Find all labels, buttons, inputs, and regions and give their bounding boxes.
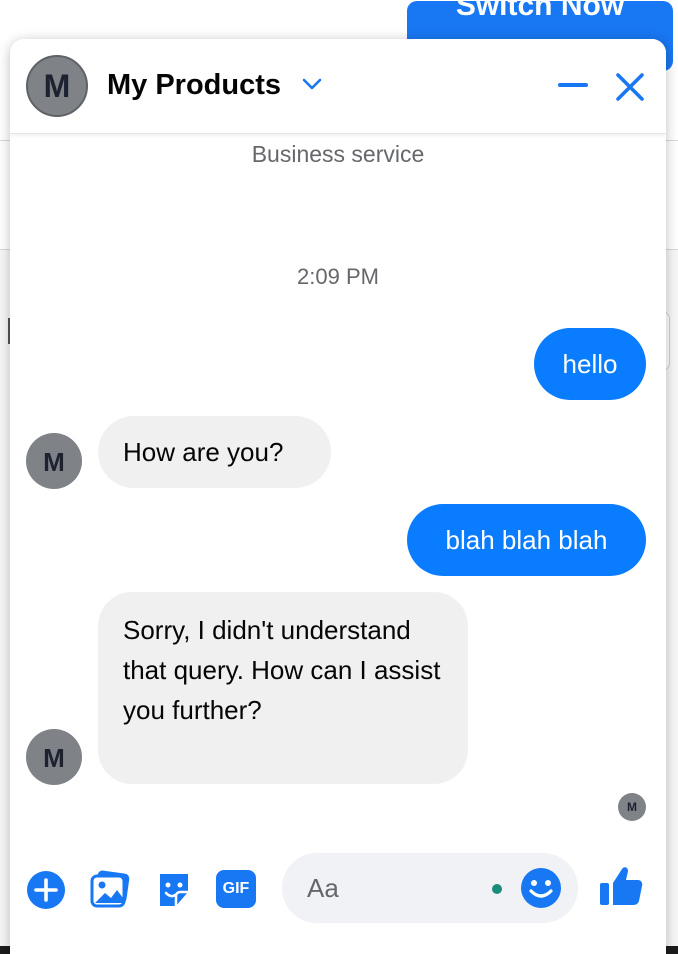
sender-avatar: M bbox=[26, 433, 82, 489]
outgoing-message[interactable]: blah blah blah bbox=[407, 504, 646, 576]
status-dot bbox=[492, 884, 502, 894]
sticker-icon[interactable] bbox=[154, 868, 194, 910]
message-input[interactable]: Aa bbox=[282, 853, 578, 923]
chat-subtitle: Business service bbox=[251, 141, 425, 167]
close-icon[interactable] bbox=[614, 71, 646, 103]
outgoing-message[interactable]: hello bbox=[534, 328, 646, 400]
page-avatar[interactable]: M bbox=[26, 55, 88, 117]
chevron-down-icon[interactable] bbox=[302, 77, 322, 91]
plus-icon[interactable] bbox=[26, 870, 66, 910]
chat-header: M My Products bbox=[10, 39, 666, 134]
chat-window: M My Products Business service 2:09 PM h… bbox=[10, 39, 666, 954]
photo-icon[interactable] bbox=[90, 868, 132, 910]
gif-icon[interactable]: GIF bbox=[216, 870, 256, 908]
thumbs-up-icon[interactable] bbox=[598, 863, 644, 909]
incoming-message[interactable]: How are you? bbox=[98, 416, 331, 488]
minimize-icon[interactable] bbox=[558, 83, 588, 87]
incoming-message[interactable]: Sorry, I didn't understand that query. H… bbox=[98, 592, 468, 784]
message-input-placeholder: Aa bbox=[307, 873, 339, 903]
emoji-icon[interactable] bbox=[520, 867, 562, 909]
message-composer: GIF Aa bbox=[10, 849, 666, 929]
seen-indicator-avatar: M bbox=[618, 793, 646, 821]
chat-title[interactable]: My Products bbox=[107, 69, 281, 102]
sender-avatar: M bbox=[26, 729, 82, 785]
message-timestamp: 2:09 PM bbox=[297, 264, 379, 289]
